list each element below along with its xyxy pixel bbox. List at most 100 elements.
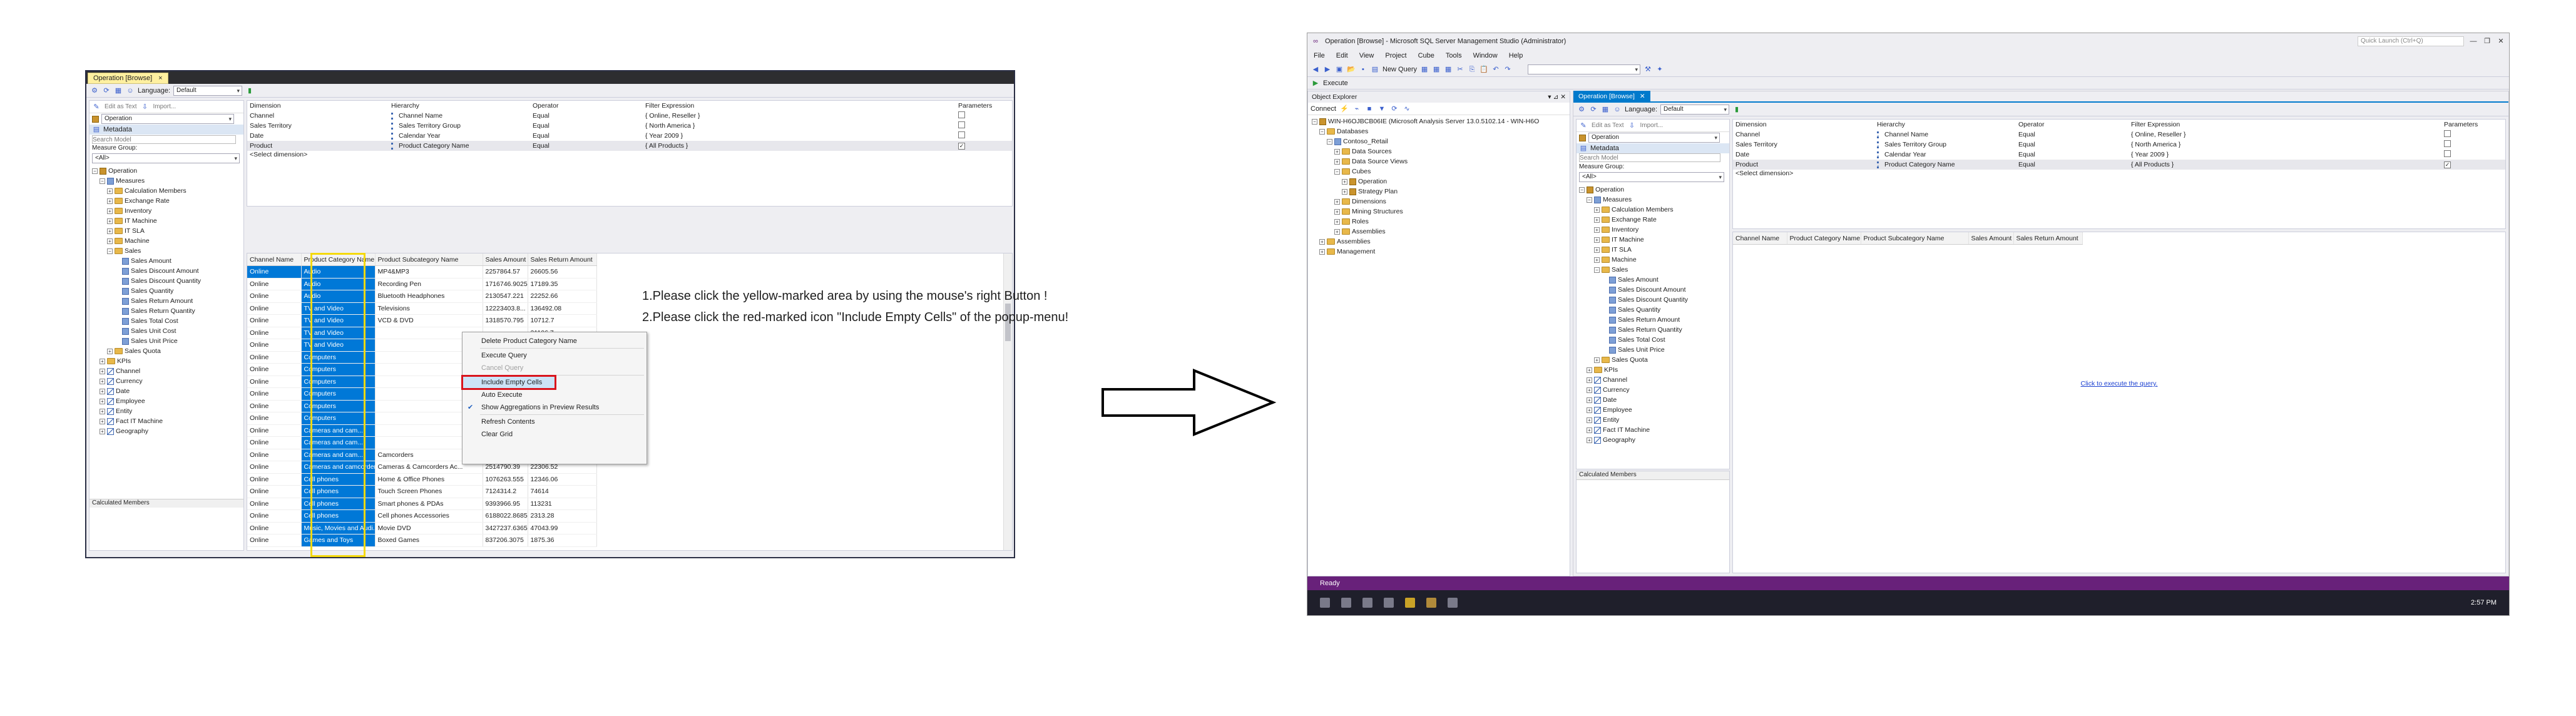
grid-cell[interactable]: 74614 (528, 485, 597, 498)
grid-cell[interactable]: Televisions (375, 302, 483, 315)
filter-row[interactable]: Product Product Category Name Equal { All P… (247, 141, 1012, 151)
filter-cell-dimension[interactable]: Channel (1733, 130, 1874, 140)
grid-cell[interactable]: Bluetooth Headphones (375, 290, 483, 303)
grid-cell[interactable]: 2130547.221 (483, 290, 528, 303)
dmx-query-icon[interactable]: ▦ (1432, 65, 1441, 74)
tree-item[interactable]: − Cubes (1312, 166, 1566, 176)
tree-item[interactable]: Sales Return Amount (1579, 315, 1727, 325)
measure-group-dropdown-right[interactable]: <All> (1579, 172, 1724, 182)
table-row[interactable]: Online TV and Video Televisions 12223403.8.… (247, 302, 597, 315)
expand-icon[interactable]: + (107, 228, 113, 234)
tree-item[interactable]: Sales Discount Quantity (92, 276, 241, 286)
grid-cell[interactable]: 113231 (528, 498, 597, 510)
filter-cell-expression[interactable]: { All Products } (2129, 160, 2441, 170)
tree-item[interactable]: + Employee (1579, 405, 1727, 415)
filter-cell-dimension[interactable]: Channel (247, 111, 389, 121)
tree-item[interactable]: + Channel (1579, 375, 1727, 385)
filter-cell-operator[interactable]: Equal (530, 121, 643, 131)
expand-icon[interactable]: + (1334, 198, 1340, 205)
expand-icon[interactable]: + (1334, 218, 1340, 225)
tree-item[interactable]: − WIN-H6OJBCB06IE (Microsoft Analysis Ser… (1312, 116, 1566, 126)
undo-icon[interactable]: ↶ (1491, 65, 1500, 74)
menu-tools[interactable]: Tools (1446, 52, 1462, 59)
tree-item[interactable]: + Geography (1579, 435, 1727, 445)
maximize-icon[interactable]: ❐ (2483, 37, 2492, 46)
expand-icon[interactable]: + (1594, 227, 1600, 233)
close-tab-icon[interactable]: ✕ (1640, 93, 1645, 100)
select-dimension-row[interactable]: <Select dimension> (247, 151, 1012, 161)
grid-cell[interactable]: Online (247, 400, 302, 412)
expand-icon[interactable]: + (100, 408, 105, 414)
filter-row[interactable]: Product Product Category Name Equal { All P… (1733, 160, 2505, 170)
execute-button[interactable]: Execute (1323, 79, 1348, 87)
menu-file[interactable]: File (1314, 52, 1325, 59)
new-project-icon[interactable]: ▣ (1335, 65, 1344, 74)
minimize-icon[interactable]: — (2469, 37, 2478, 46)
tree-item[interactable]: Sales Unit Price (1579, 345, 1727, 355)
grid-cell[interactable]: 9393966.95 (483, 498, 528, 510)
grid-cell[interactable]: Online (247, 509, 302, 523)
grid-header-4[interactable]: Sales Return Amount (2013, 232, 2083, 245)
tree-item[interactable]: Sales Total Cost (1579, 335, 1727, 345)
expand-icon[interactable]: + (1587, 437, 1592, 443)
filter-cell-expression[interactable]: { North America } (2129, 140, 2441, 150)
tree-item[interactable]: + Entity (92, 406, 241, 416)
grid-cell[interactable]: Online (247, 498, 302, 510)
grid-cell[interactable]: 837206.3075 (483, 534, 528, 547)
perspective-icon-right[interactable]: ▦ (1601, 105, 1610, 114)
expand-icon[interactable]: + (1587, 407, 1592, 413)
expand-icon[interactable]: + (100, 358, 105, 364)
cube-selector[interactable]: Operation (101, 114, 234, 124)
excel-icon-right[interactable]: ▮ (1732, 105, 1741, 114)
tree-item[interactable]: Sales Total Cost (92, 316, 241, 326)
filter-cell-expression[interactable]: { Year 2009 } (2129, 150, 2441, 160)
tree-item[interactable]: Sales Unit Cost (92, 326, 241, 336)
grid-cell[interactable]: Online (247, 522, 302, 534)
filter-cell-operator[interactable]: Equal (2016, 160, 2129, 170)
grid-cell[interactable]: Cell phones Accessories (375, 509, 483, 523)
filter-cell-hierarchy[interactable]: Channel Name (1874, 130, 2016, 140)
filter-icon[interactable]: ▼ (1377, 105, 1386, 113)
grid-cell[interactable]: 17189.35 (528, 278, 597, 290)
tree-item[interactable]: − Operation (92, 166, 241, 176)
grid-cell[interactable]: Recording Pen (375, 278, 483, 290)
reconnect-icon-right[interactable]: ⟳ (1589, 105, 1598, 114)
grid-cell[interactable]: 47043.99 (528, 522, 597, 534)
tree-item[interactable]: + Inventory (1579, 225, 1727, 235)
tree-item[interactable]: Sales Discount Quantity (1579, 295, 1727, 305)
tree-item[interactable]: Sales Quantity (92, 286, 241, 296)
expand-icon[interactable]: + (1587, 417, 1592, 423)
parameter-checkbox[interactable]: ✓ (958, 143, 965, 150)
new-query-icon[interactable]: ▤ (1371, 65, 1379, 74)
grid-cell[interactable]: VCD & DVD (375, 314, 483, 327)
grid-cell[interactable]: 7124314.2 (483, 485, 528, 498)
tree-item[interactable]: + Management (1312, 247, 1566, 257)
tree-item[interactable]: − Databases (1312, 126, 1566, 136)
filter-cell-hierarchy[interactable]: Sales Territory Group (1874, 140, 2016, 150)
menu-item-execute-query[interactable]: Execute Query (463, 349, 647, 362)
tree-item[interactable]: + Sales Quota (92, 346, 241, 356)
table-row[interactable]: Online Cell phones Home & Office Phones 107… (247, 473, 597, 486)
table-row[interactable]: Online Cell phones Smart phones & PDAs 9393… (247, 498, 597, 510)
filter-cell-dimension[interactable]: Sales Territory (1733, 140, 1874, 150)
grid-cell[interactable]: Online (247, 424, 302, 437)
grid-cell[interactable]: 1318570.795 (483, 314, 528, 327)
expand-icon[interactable]: + (100, 368, 105, 374)
refresh-icon[interactable]: ⟳ (1390, 105, 1399, 113)
measure-group-dropdown[interactable]: <All> (92, 153, 240, 163)
tree-item[interactable]: + Machine (1579, 255, 1727, 265)
menu-item-delete-product-category-name[interactable]: Delete Product Category Name (463, 335, 647, 347)
expand-icon[interactable]: + (1319, 238, 1325, 245)
menu-item-refresh-contents[interactable]: Refresh Contents (463, 416, 647, 428)
expand-icon[interactable]: + (107, 348, 113, 354)
expand-icon[interactable]: + (1334, 148, 1340, 155)
filter-row[interactable]: Date Calendar Year Equal { Year 2009 } (1733, 150, 2505, 160)
expand-icon[interactable]: + (100, 428, 105, 434)
grid-header-1[interactable]: Product Category Name (1787, 232, 1861, 245)
expand-icon[interactable]: + (1587, 367, 1592, 373)
expand-icon[interactable]: + (1594, 357, 1600, 363)
expand-icon[interactable]: + (1334, 228, 1340, 235)
expand-icon[interactable]: + (1334, 158, 1340, 165)
parameter-checkbox[interactable] (2444, 130, 2451, 137)
import-icon-right[interactable]: ⇩ (1628, 121, 1637, 130)
